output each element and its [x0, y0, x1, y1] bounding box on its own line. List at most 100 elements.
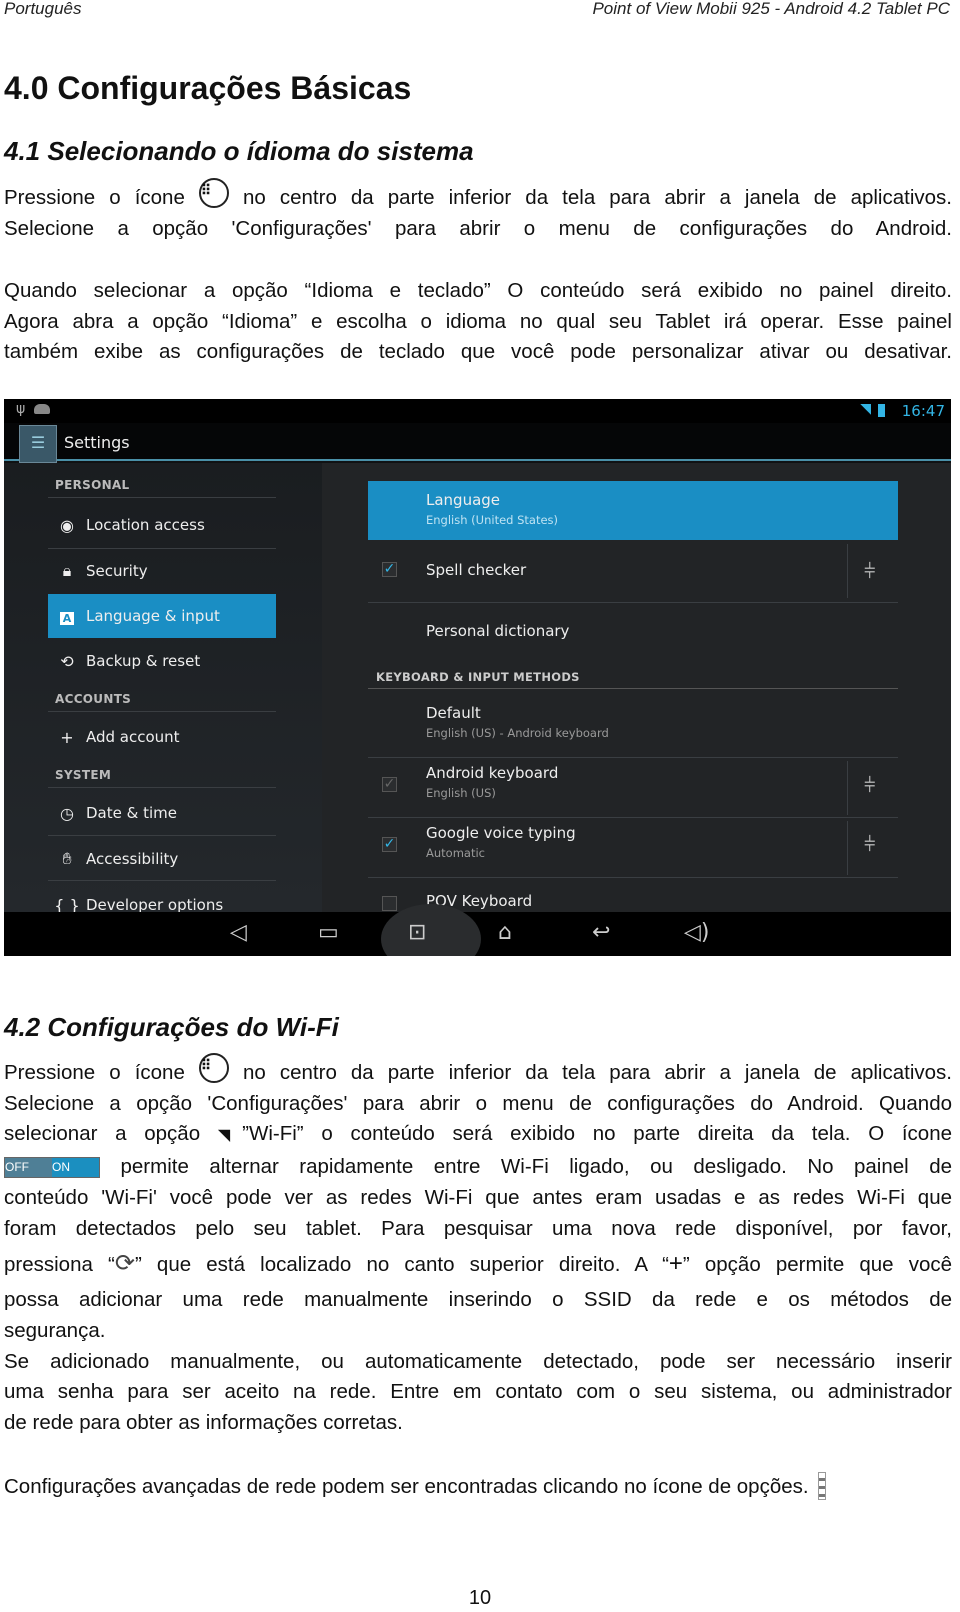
back-icon[interactable]: ↩ — [592, 920, 610, 945]
text: Selecione a opção 'Configurações' para a… — [4, 1091, 952, 1115]
section-system: SYSTEM — [55, 768, 112, 782]
language-item[interactable] — [368, 481, 898, 540]
screenshot-icon[interactable]: ⊡ — [408, 920, 426, 945]
lock-icon: 🔒︎ — [62, 561, 72, 580]
text: conteúdo 'Wi-Fi' você pode ver as redes … — [4, 1185, 952, 1209]
plus-icon: + — [60, 727, 74, 747]
text: ” opção permite que você — [682, 1253, 952, 1277]
action-bar: ☰ Settings — [4, 423, 951, 463]
wifi-icon: ◥ — [217, 1127, 243, 1145]
text: no centro da parte inferior da tela para… — [243, 1061, 952, 1084]
text: também exibe as configurações de teclado… — [4, 340, 952, 364]
options-menu-icon — [818, 1472, 827, 1500]
google-voice-value: Automatic — [426, 846, 485, 860]
text: foram detectados pelo seu tablet. Para p… — [4, 1216, 952, 1240]
status-bar: ψ ◥ 16:47 — [4, 399, 951, 423]
text: no centro da parte inferior da tela para… — [243, 186, 952, 209]
android-keyboard-item[interactable]: Android keyboard — [426, 764, 558, 782]
clock: 16:47 — [901, 402, 945, 420]
personal-dictionary-item[interactable]: Personal dictionary — [426, 622, 569, 640]
sidebar-item-date-time[interactable]: ◷ Date & time — [48, 791, 276, 835]
keyboard-section-header: KEYBOARD & INPUT METHODS — [376, 670, 580, 684]
text: segurança. — [4, 1318, 106, 1342]
volume-down-icon[interactable]: ◁ — [230, 920, 247, 945]
header-product: Point of View Mobii 925 - Android 4.2 Ta… — [592, 0, 950, 18]
sidebar-item-backup[interactable]: ⟲ Backup & reset — [48, 639, 276, 683]
text: Selecione a opção 'Configurações' para a… — [4, 216, 952, 240]
text: Pressione o ícone — [4, 186, 185, 209]
sidebar-item-security[interactable]: 🔒︎ Security — [48, 549, 276, 593]
spell-checker-checkbox[interactable]: ✓ — [382, 562, 397, 577]
toggle-off: OFF — [5, 1158, 52, 1178]
text: permite alternar rapidamente entre Wi-Fi… — [120, 1155, 952, 1179]
text: pressiona “ — [4, 1253, 115, 1277]
paragraph-language: Quando selecionar a opção “Idioma e tecl… — [4, 276, 952, 368]
clock-icon: ◷ — [60, 803, 74, 823]
text: Agora abra a opção “Idioma” e escolha o … — [4, 309, 952, 333]
label: Backup & reset — [86, 652, 201, 670]
label: Language & input — [86, 607, 220, 625]
volume-up-icon[interactable]: ◁) — [684, 920, 710, 945]
plus-icon: + — [668, 1250, 683, 1278]
page-title: 4.0 Configurações Básicas — [4, 70, 412, 106]
settings-app-icon: ☰ — [19, 425, 57, 463]
home-icon[interactable]: ⌂ — [498, 920, 512, 945]
language-icon: A — [48, 607, 86, 626]
recent-apps-icon[interactable]: ▭ — [318, 920, 339, 945]
wifi-icon: ◥ — [860, 401, 871, 417]
text: de rede para obter as informações corret… — [4, 1411, 403, 1435]
paragraph-advanced: Configurações avançadas de rede podem se… — [4, 1472, 952, 1503]
section-heading-wifi: 4.2 Configurações do Wi-Fi — [4, 1012, 339, 1042]
text: Configurações avançadas de rede podem se… — [4, 1475, 809, 1498]
android-keyboard-value: English (US) — [426, 786, 496, 800]
sidebar-item-language-input[interactable]: A Language & input — [48, 594, 276, 638]
language-title: Language — [426, 491, 501, 509]
header-language: Português — [4, 0, 82, 18]
google-voice-checkbox[interactable]: ✓ — [382, 837, 397, 852]
android-keyboard-checkbox[interactable]: ✓ — [382, 777, 397, 792]
section-heading-language: 4.1 Selecionando o ídioma do sistema — [4, 136, 474, 166]
default-keyboard-value: English (US) - Android keyboard — [426, 726, 609, 740]
toggle-on: ON — [52, 1158, 99, 1178]
text: Quando selecionar a opção “Idioma e tecl… — [4, 279, 952, 302]
label: Location access — [86, 516, 205, 534]
location-icon: ◉ — [60, 515, 74, 535]
spell-checker-item[interactable]: Spell checker — [426, 561, 526, 579]
wifi-toggle-icon: OFF ON — [4, 1157, 100, 1179]
usb-icon: ψ — [16, 401, 26, 417]
text: Pressione o ícone — [4, 1061, 185, 1084]
label: Security — [86, 562, 148, 580]
apps-icon: ⠿ — [198, 1052, 229, 1083]
text: uma senha para ser aceito na rede. Entre… — [4, 1380, 952, 1404]
text: ” que está localizado no canto superior … — [134, 1253, 669, 1277]
settings-sliders-icon[interactable]: ⫩ — [864, 832, 876, 856]
refresh-icon: ⟳ — [114, 1250, 135, 1278]
text: possa adicionar uma rede manualmente ins… — [4, 1288, 952, 1312]
hand-icon: ✋︎ — [62, 849, 72, 868]
label: Add account — [86, 728, 180, 746]
sidebar-item-add-account[interactable]: + Add account — [48, 715, 276, 759]
paragraph-wifi: Pressione o ícone ⠿ no centro da parte i… — [4, 1052, 953, 1439]
text: ”Wi-Fi” o conteúdo será exibido no parte… — [242, 1122, 953, 1146]
google-voice-item[interactable]: Google voice typing — [426, 824, 576, 842]
android-settings-screenshot: ψ ◥ 16:47 ☰ Settings PERSONAL ◉ Location … — [4, 399, 951, 956]
language-value: English (United States) — [426, 513, 559, 527]
text: selecionar a opção — [4, 1122, 201, 1146]
sidebar-item-location[interactable]: ◉ Location access — [48, 503, 276, 547]
backup-icon: ⟲ — [60, 651, 74, 671]
section-accounts: ACCOUNTS — [55, 692, 132, 706]
battery-icon — [878, 404, 885, 417]
page-number: 10 — [468, 1587, 492, 1609]
apps-icon: ⠿ — [198, 177, 229, 208]
label: Accessibility — [86, 850, 179, 868]
paragraph-apps: Pressione o ícone ⠿ no centro da parte i… — [4, 177, 952, 244]
label: Date & time — [86, 804, 177, 822]
text: Se adicionado manualmente, ou automatica… — [4, 1349, 952, 1373]
settings-sliders-icon[interactable]: ⫩ — [864, 559, 876, 583]
default-keyboard-item[interactable]: Default — [426, 704, 481, 722]
action-bar-title: Settings — [64, 433, 130, 452]
pov-keyboard-checkbox[interactable] — [382, 896, 397, 911]
settings-sliders-icon[interactable]: ⫩ — [864, 773, 876, 797]
section-personal: PERSONAL — [55, 478, 130, 492]
sidebar-item-accessibility[interactable]: ✋︎ Accessibility — [48, 837, 276, 881]
